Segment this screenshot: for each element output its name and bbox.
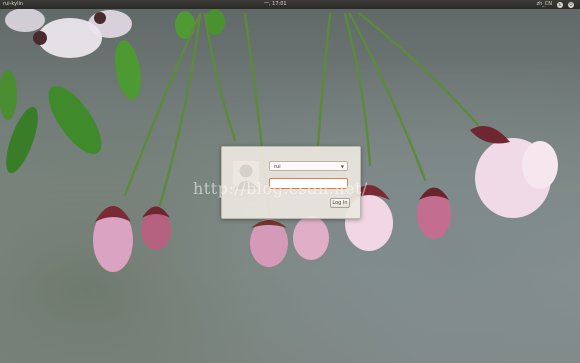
accessibility-icon[interactable]: ♿ bbox=[557, 1, 563, 8]
watermark-text: http://blog.csdn.net/ bbox=[193, 179, 368, 198]
keyboard-layout-indicator[interactable]: zh_CN bbox=[536, 0, 552, 9]
panel-indicators: zh_CN ♿ ⏻ bbox=[536, 0, 574, 9]
desktop-screen: rui-kylin 一, 17:01 zh_CN ♿ ⏻ rui ▼ Log I… bbox=[0, 0, 580, 363]
hostname-label: rui-kylin bbox=[3, 1, 24, 7]
chevron-down-icon: ▼ bbox=[340, 164, 344, 169]
top-panel: rui-kylin 一, 17:01 zh_CN ♿ ⏻ bbox=[0, 0, 580, 9]
selected-username: rui bbox=[274, 164, 281, 170]
user-select[interactable]: rui ▼ bbox=[269, 161, 348, 171]
clock[interactable]: 一, 17:01 bbox=[264, 0, 287, 9]
log-in-button[interactable]: Log In bbox=[330, 198, 350, 208]
power-icon[interactable]: ⏻ bbox=[568, 1, 574, 8]
